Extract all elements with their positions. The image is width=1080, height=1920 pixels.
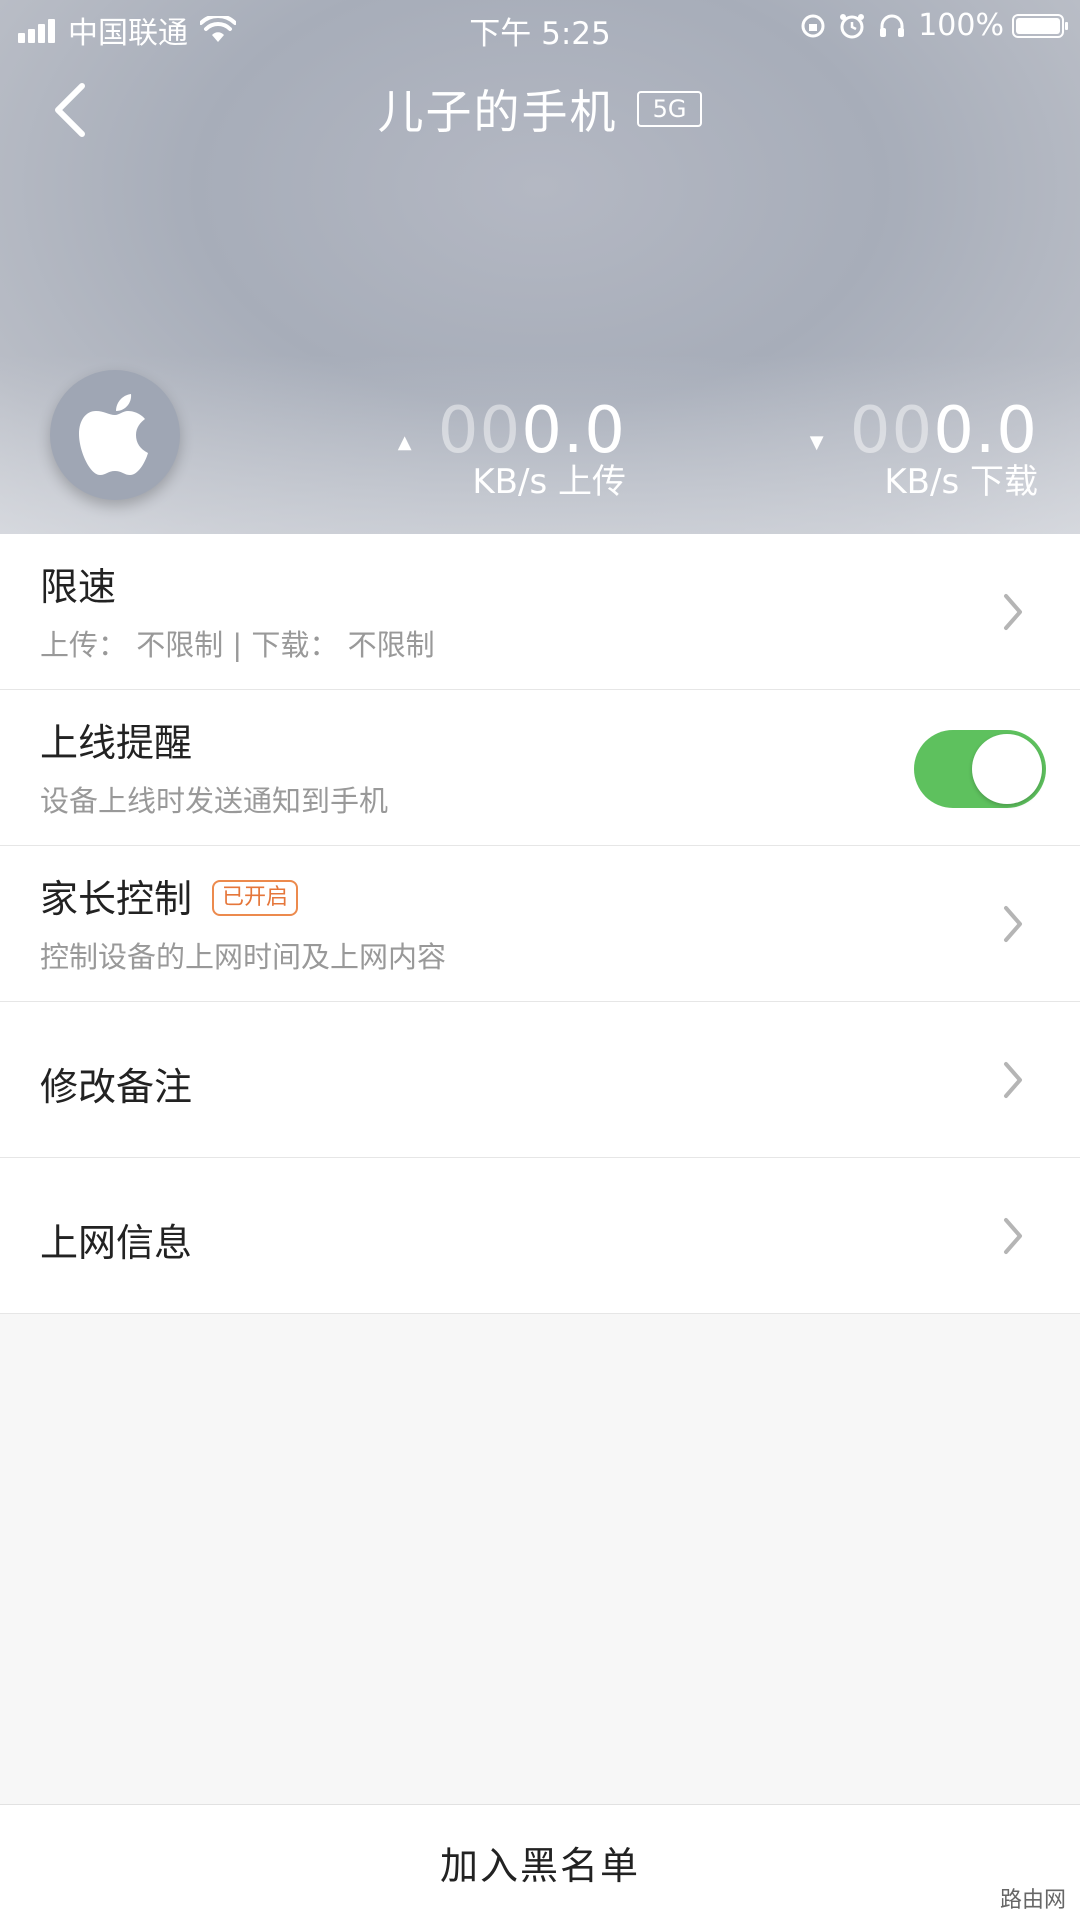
- speed-limit-label: 限速: [40, 565, 117, 609]
- network-info-row[interactable]: 上网信息: [0, 1158, 1080, 1314]
- toggle-knob: [972, 734, 1042, 804]
- blacklist-button[interactable]: 加入黑名单: [0, 1804, 1080, 1920]
- device-header: 中国联通 下午 5:25 100% 儿子的手机 5G ▲ 000.0 KB/s …: [0, 0, 1080, 534]
- rotation-lock-icon: [801, 14, 825, 37]
- chevron-right-icon: [1004, 1218, 1022, 1254]
- band-badge: 5G: [636, 91, 703, 127]
- blacklist-label: 加入黑名单: [439, 1844, 640, 1888]
- upload-speed-unit: KB/s 上传: [472, 462, 626, 502]
- upload-speed-leading: 00: [437, 394, 522, 468]
- speed-limit-subtitle: 上传： 不限制 | 下载： 不限制: [40, 628, 435, 662]
- battery-percent: 100%: [918, 8, 1004, 43]
- chevron-right-icon: [1004, 1062, 1022, 1098]
- edit-note-row[interactable]: 修改备注: [0, 1002, 1080, 1158]
- parental-control-label: 家长控制: [40, 877, 193, 921]
- enabled-tag: 已开启: [212, 879, 299, 916]
- online-alert-label: 上线提醒: [40, 721, 193, 765]
- status-bar: 中国联通 下午 5:25 100%: [0, 0, 1080, 54]
- download-arrow-icon: ▼: [809, 432, 824, 453]
- speed-limit-row[interactable]: 限速 上传： 不限制 | 下载： 不限制: [0, 534, 1080, 690]
- download-speed-leading: 00: [849, 394, 934, 468]
- chevron-right-icon: [1004, 906, 1022, 942]
- parental-control-subtitle: 控制设备的上网时间及上网内容: [40, 940, 447, 974]
- chevron-right-icon: [1004, 594, 1022, 630]
- network-info-label: 上网信息: [40, 1221, 193, 1265]
- settings-list: 限速 上传： 不限制 | 下载： 不限制 上线提醒 设备上线时发送通知到手机 家…: [0, 534, 1080, 1314]
- download-speed-value: 0.0: [933, 394, 1038, 468]
- alarm-icon: [840, 13, 865, 38]
- device-avatar: [50, 370, 180, 500]
- upload-arrow-icon: ▲: [397, 432, 412, 453]
- download-speed-unit: KB/s 下载: [884, 462, 1038, 502]
- headphones-icon: [880, 14, 905, 37]
- upload-speed: ▲ 000.0 KB/s 上传: [398, 394, 626, 502]
- apple-icon: [79, 394, 148, 475]
- online-alert-row: 上线提醒 设备上线时发送通知到手机: [0, 690, 1080, 846]
- battery-icon: [1012, 13, 1068, 38]
- edit-note-label: 修改备注: [40, 1065, 193, 1109]
- device-name-title: 儿子的手机: [377, 85, 618, 139]
- upload-speed-value: 0.0: [521, 394, 626, 468]
- watermark: 路由网: [999, 1888, 1066, 1913]
- online-alert-subtitle: 设备上线时发送通知到手机: [40, 784, 389, 818]
- online-alert-toggle[interactable]: [914, 730, 1046, 808]
- download-speed: ▼ 000.0 KB/s 下载: [810, 394, 1038, 502]
- parental-control-row[interactable]: 家长控制 已开启 控制设备的上网时间及上网内容: [0, 846, 1080, 1002]
